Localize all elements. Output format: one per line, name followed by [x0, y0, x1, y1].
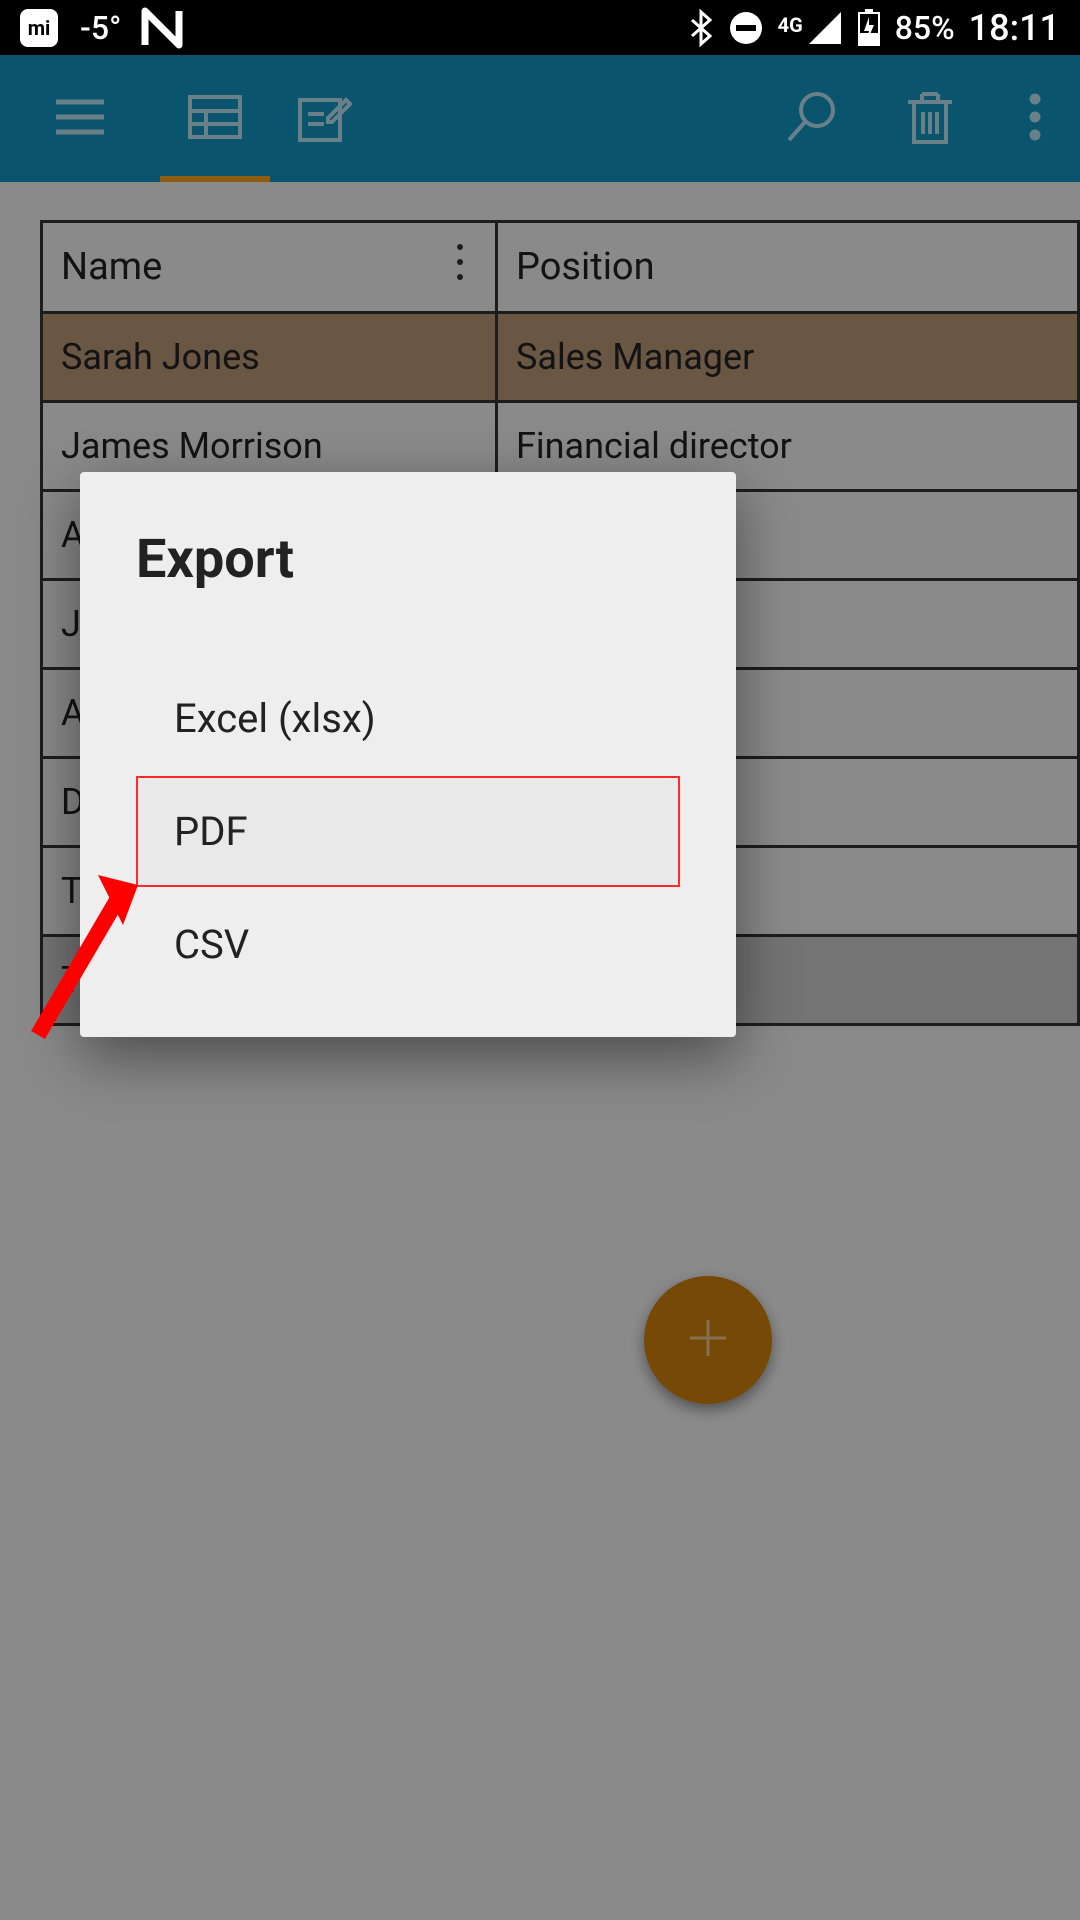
- export-option-label: PDF: [174, 808, 248, 855]
- dialog-title: Export: [136, 528, 680, 591]
- status-bar: mi -5° 4G 85% 18:11: [0, 0, 1080, 55]
- export-option-csv[interactable]: CSV: [136, 887, 680, 1002]
- export-option-label: CSV: [174, 921, 249, 968]
- battery-percent-label: 85%: [895, 9, 955, 47]
- do-not-disturb-icon: [728, 10, 764, 46]
- export-option-excel[interactable]: Excel (xlsx): [136, 661, 680, 776]
- bluetooth-icon: [688, 8, 714, 48]
- clock-label: 18:11: [969, 7, 1060, 49]
- temperature-label: -5°: [80, 9, 121, 47]
- battery-charging-icon: [857, 9, 881, 47]
- network-label: 4G: [778, 13, 803, 37]
- n-logo-icon: [141, 7, 183, 49]
- cellular-signal-icon: [807, 10, 843, 46]
- export-option-label: Excel (xlsx): [174, 695, 376, 742]
- export-option-pdf[interactable]: PDF: [136, 776, 680, 887]
- mi-app-icon: mi: [18, 7, 60, 49]
- export-dialog: Export Excel (xlsx) PDF CSV: [80, 472, 736, 1037]
